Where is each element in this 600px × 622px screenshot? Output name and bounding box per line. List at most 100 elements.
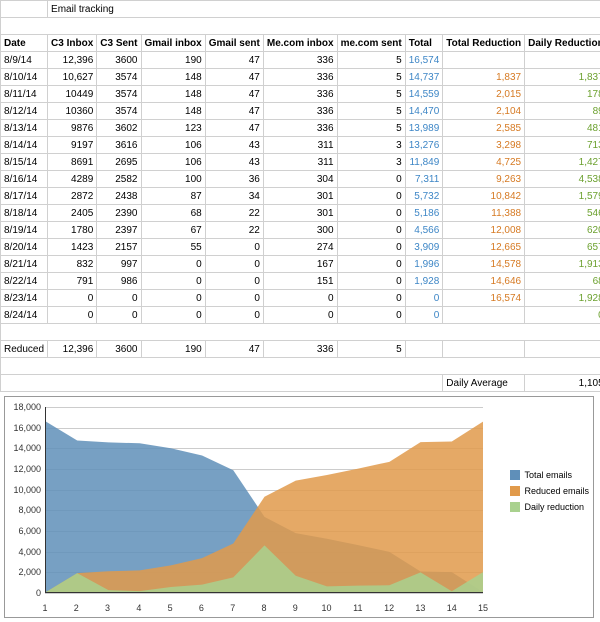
cell: 0 xyxy=(141,290,205,307)
cell: 0 xyxy=(205,273,263,290)
cell: 0 xyxy=(337,171,405,188)
cell: 481 xyxy=(525,120,600,137)
table-row: 8/14/149197361610643311313,2763,298713 xyxy=(1,137,600,154)
cell: 3616 xyxy=(97,137,141,154)
cell: 713 xyxy=(525,137,600,154)
summary-cell: 5 xyxy=(337,341,405,358)
cell: 87 xyxy=(141,188,205,205)
cell: 3574 xyxy=(97,69,141,86)
cell: 1,928 xyxy=(405,273,443,290)
cell: 336 xyxy=(263,86,337,103)
chart-legend: Total emailsReduced emailsDaily reductio… xyxy=(510,467,589,515)
cell: 2390 xyxy=(97,205,141,222)
legend-label: Daily reduction xyxy=(524,499,584,515)
cell: 8/24/14 xyxy=(1,307,48,324)
table-row: 8/13/149876360212347336513,9892,585481 xyxy=(1,120,600,137)
y-tick: 12,000 xyxy=(5,464,41,474)
x-tick: 10 xyxy=(322,603,332,613)
x-tick: 13 xyxy=(415,603,425,613)
summary-cell: 12,396 xyxy=(48,341,97,358)
cell: 36 xyxy=(205,171,263,188)
cell: 5 xyxy=(337,103,405,120)
cell: 0 xyxy=(337,205,405,222)
cell: 7,311 xyxy=(405,171,443,188)
cell: 123 xyxy=(141,120,205,137)
cell: 8/23/14 xyxy=(1,290,48,307)
cell xyxy=(443,52,525,69)
cell: 12,396 xyxy=(48,52,97,69)
daily-avg-label: Daily Average xyxy=(443,375,525,392)
cell: 1,427 xyxy=(525,154,600,171)
x-tick: 12 xyxy=(384,603,394,613)
cell: 14,737 xyxy=(405,69,443,86)
x-tick: 15 xyxy=(478,603,488,613)
cell: 2,585 xyxy=(443,120,525,137)
cell: 311 xyxy=(263,137,337,154)
cell: 8/22/14 xyxy=(1,273,48,290)
cell: 0 xyxy=(48,290,97,307)
cell: 5,186 xyxy=(405,205,443,222)
y-tick: 14,000 xyxy=(5,443,41,453)
y-tick: 16,000 xyxy=(5,423,41,433)
cell: 106 xyxy=(141,154,205,171)
cell: 1,837 xyxy=(443,69,525,86)
col-header: C3 Sent xyxy=(97,35,141,52)
cell: 1,837 xyxy=(525,69,600,86)
cell: 148 xyxy=(141,103,205,120)
col-header: Date xyxy=(1,35,48,52)
col-header: Me.com inbox xyxy=(263,35,337,52)
legend-swatch xyxy=(510,486,520,496)
table-row: 8/24/1400000000 xyxy=(1,307,600,324)
y-tick: 18,000 xyxy=(5,402,41,412)
cell: 1423 xyxy=(48,239,97,256)
cell: 3600 xyxy=(97,52,141,69)
cell: 190 xyxy=(141,52,205,69)
x-tick: 2 xyxy=(74,603,79,613)
cell: 47 xyxy=(205,120,263,137)
x-tick: 4 xyxy=(136,603,141,613)
cell: 1,928 xyxy=(525,290,600,307)
cell: 178 xyxy=(525,86,600,103)
cell: 47 xyxy=(205,103,263,120)
cell: 22 xyxy=(205,222,263,239)
cell: 9197 xyxy=(48,137,97,154)
cell: 11,388 xyxy=(443,205,525,222)
y-tick: 2,000 xyxy=(5,567,41,577)
cell: 2,015 xyxy=(443,86,525,103)
y-tick: 8,000 xyxy=(5,505,41,515)
cell: 311 xyxy=(263,154,337,171)
cell: 4,725 xyxy=(443,154,525,171)
cell: 274 xyxy=(263,239,337,256)
cell: 8/15/14 xyxy=(1,154,48,171)
daily-avg-value: 1,105 xyxy=(525,375,600,392)
cell: 34 xyxy=(205,188,263,205)
cell: 791 xyxy=(48,273,97,290)
cell: 47 xyxy=(205,52,263,69)
cell: 2438 xyxy=(97,188,141,205)
cell: 986 xyxy=(97,273,141,290)
x-tick: 3 xyxy=(105,603,110,613)
cell: 2582 xyxy=(97,171,141,188)
table-row: 8/20/141423215755027403,90912,665657 xyxy=(1,239,600,256)
cell: 336 xyxy=(263,69,337,86)
cell: 0 xyxy=(337,239,405,256)
legend-swatch xyxy=(510,470,520,480)
cell: 8/18/14 xyxy=(1,205,48,222)
cell: 3 xyxy=(337,137,405,154)
legend-swatch xyxy=(510,502,520,512)
table-row: 8/9/1412,396360019047336516,574 xyxy=(1,52,600,69)
cell: 43 xyxy=(205,154,263,171)
col-header: Daily Reduction xyxy=(525,35,600,52)
x-tick: 11 xyxy=(353,603,362,613)
cell: 4,538 xyxy=(525,171,600,188)
cell: 3574 xyxy=(97,86,141,103)
table-row: 8/22/147919860015101,92814,64668 xyxy=(1,273,600,290)
col-header: Gmail inbox xyxy=(141,35,205,52)
cell: 301 xyxy=(263,205,337,222)
cell: 8/10/14 xyxy=(1,69,48,86)
summary-cell: Reduced xyxy=(1,341,48,358)
y-tick: 0 xyxy=(5,588,41,598)
y-tick: 4,000 xyxy=(5,547,41,557)
x-tick: 5 xyxy=(168,603,173,613)
cell: 0 xyxy=(337,188,405,205)
